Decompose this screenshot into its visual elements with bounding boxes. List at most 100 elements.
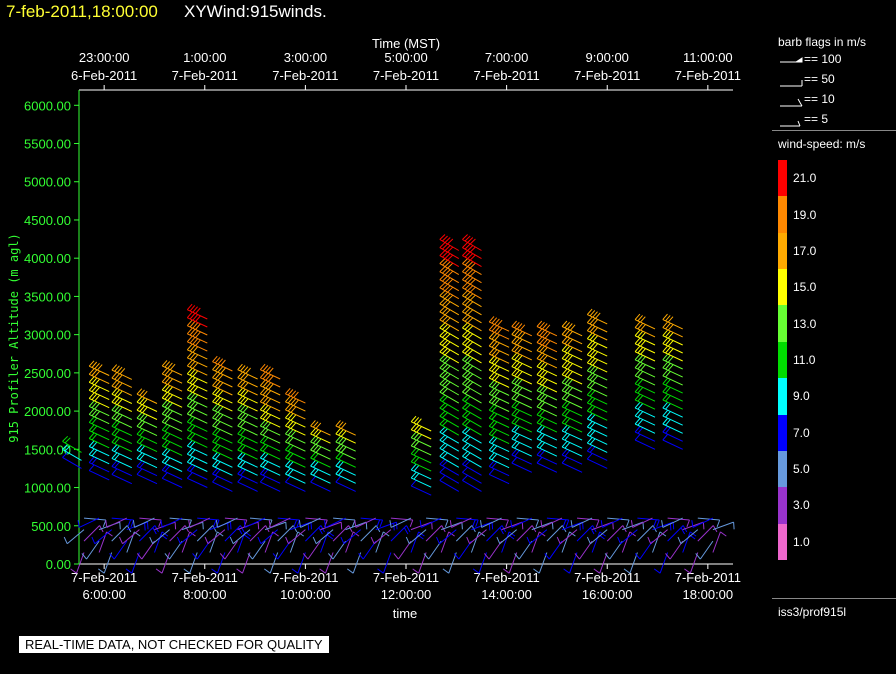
wind-barb-low — [712, 521, 735, 531]
colorbar-label: 5.0 — [793, 462, 810, 477]
bottom-tick-time: 16:00:00 — [582, 587, 633, 602]
wind-barb-low — [328, 540, 347, 560]
wind-barb-low — [634, 540, 653, 560]
wind-barb — [561, 320, 583, 337]
wind-barb-low — [652, 531, 667, 553]
wind-barb-low — [419, 517, 442, 528]
wind-barb-low — [442, 552, 457, 574]
barb-legend-10: == 10 — [804, 92, 835, 106]
y-tick-label: 5000.00 — [24, 175, 71, 190]
wind-barb-low — [345, 531, 360, 553]
top-tick-time: 9:00:00 — [586, 50, 629, 65]
wind-barb — [259, 363, 281, 380]
colorbar-segment — [778, 160, 787, 197]
wind-barb-low — [219, 540, 238, 560]
colorbar-segment — [778, 487, 787, 524]
bottom-tick-date: 7-Feb-2011 — [172, 570, 238, 585]
bottom-tick-time: 14:00:00 — [481, 587, 532, 602]
barb-legend-5: == 5 — [804, 112, 829, 126]
wind-barb-low — [164, 540, 183, 560]
wind-barb-low — [682, 531, 697, 553]
wind-barb-low — [272, 540, 291, 560]
wind-barb-low — [249, 517, 273, 527]
wind-barb-chart: Time (MST) time 915 Profiler Altitude (m… — [7, 36, 741, 621]
wind-barb-low — [257, 529, 279, 545]
wind-barb-low — [176, 529, 198, 545]
top-tick-time: 1:00:00 — [183, 50, 226, 65]
y-tick-label: 6000.00 — [24, 98, 71, 113]
colorbar-segment — [778, 378, 787, 415]
wind-barb-low — [154, 531, 169, 553]
colorbar-segment — [778, 196, 787, 233]
barb-legend-100: == 100 — [804, 52, 842, 66]
wind-barb — [511, 320, 533, 337]
top-tick-time: 23:00:00 — [79, 50, 130, 65]
bottom-tick-time: 12:00:00 — [381, 587, 432, 602]
colorbar — [778, 160, 787, 560]
colorbar-segment — [778, 523, 787, 560]
wind-barb-low — [570, 517, 593, 528]
wind-barb-low — [347, 552, 362, 574]
wind-barb-low — [285, 529, 306, 545]
top-tick-time: 3:00:00 — [284, 50, 327, 65]
wind-barb — [161, 360, 183, 376]
colorbar-label: 1.0 — [793, 534, 810, 549]
wind-barb-low — [697, 525, 718, 542]
bottom-tick-time: 8:00:00 — [183, 587, 226, 602]
y-tick-label: 4500.00 — [24, 213, 71, 228]
wind-barb-low — [209, 531, 224, 553]
wind-barb-low — [119, 529, 140, 545]
wind-barb-low — [514, 540, 533, 560]
plot-area — [79, 90, 733, 564]
wind-barb-low — [661, 517, 683, 528]
wind-barb-low — [440, 531, 455, 553]
wind-barb-low — [423, 540, 442, 560]
wind-barb-low — [622, 521, 644, 531]
wind-barb-low — [600, 517, 623, 528]
top-tick-time: 11:00:00 — [683, 50, 733, 65]
wind-barb-low — [526, 529, 548, 545]
wind-barb-low — [320, 521, 343, 531]
wind-barb — [136, 388, 158, 404]
wind-barb-low — [236, 552, 251, 574]
wind-barb-low — [574, 540, 593, 560]
y-tick-label: 2500.00 — [24, 366, 71, 381]
wind-barb-low — [604, 540, 623, 560]
colorbar-label: 7.0 — [793, 425, 810, 440]
top-tick-date: 7-Feb-2011 — [473, 68, 539, 83]
wind-barb-low — [695, 540, 714, 560]
wind-barb-low — [243, 517, 266, 528]
wind-barb-low — [556, 529, 578, 545]
colorbar-segment — [778, 232, 787, 270]
colorbar-segment — [778, 414, 787, 451]
wind-barb-low — [455, 525, 476, 542]
wind-barb-low — [591, 521, 614, 531]
wind-barb-low — [637, 525, 657, 542]
wind-barb-low — [647, 529, 668, 545]
barb-50-icon — [780, 80, 803, 87]
wind-barb-low — [591, 531, 606, 553]
wind-barb-low — [496, 529, 518, 545]
top-tick-date: 7-Feb-2011 — [373, 68, 439, 83]
wind-barb-low — [425, 525, 446, 542]
wind-barb-low — [139, 517, 162, 527]
wind-barb-low — [215, 517, 238, 528]
colorbar-label: 3.0 — [793, 498, 810, 513]
wind-barb — [462, 234, 482, 251]
top-tick-date: 7-Feb-2011 — [172, 68, 238, 83]
colorbar-label: 9.0 — [793, 389, 810, 404]
y-tick-label: 5500.00 — [24, 137, 71, 152]
bottom-tick-date: 7-Feb-2011 — [473, 570, 539, 585]
wind-barb-low — [533, 552, 548, 574]
wind-barb-low — [370, 529, 392, 545]
colorbar-label: 15.0 — [793, 280, 817, 295]
wind-barb-low — [665, 540, 684, 560]
top-tick-date: 7-Feb-2011 — [574, 68, 640, 83]
wind-barb-low — [653, 552, 669, 574]
wind-barb — [212, 355, 233, 372]
colorbar-segment — [778, 269, 787, 306]
wind-barb-low — [617, 529, 638, 545]
legend-divider-2 — [772, 598, 896, 599]
wind-barb-low — [466, 529, 487, 545]
wind-barb-low — [677, 529, 699, 545]
